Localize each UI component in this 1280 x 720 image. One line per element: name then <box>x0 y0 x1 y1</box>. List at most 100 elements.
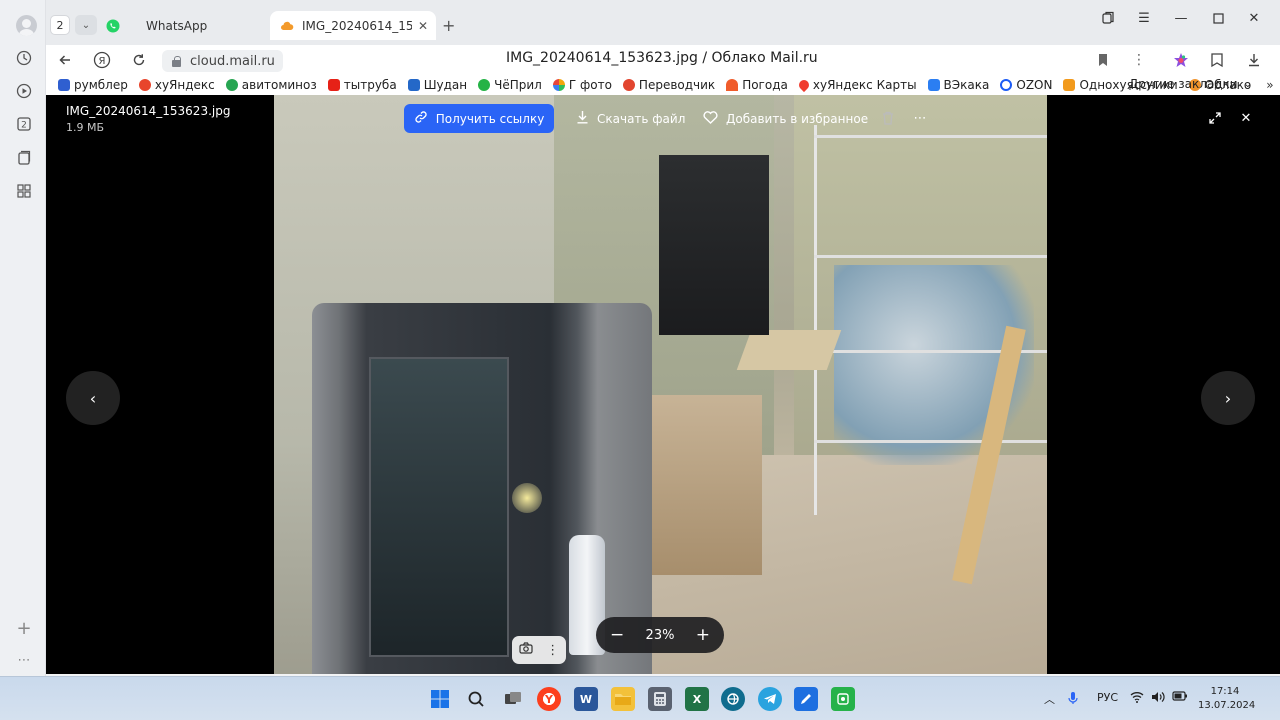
download-icon[interactable] <box>1243 49 1265 71</box>
bookmark-label: хуЯндекс <box>154 78 215 92</box>
volume-icon[interactable] <box>1151 691 1165 706</box>
calculator-icon[interactable] <box>648 687 672 711</box>
add-to-favorites-label: Добавить в избранное <box>726 111 869 126</box>
bookmark-icon[interactable] <box>1092 49 1114 71</box>
bookmark-item[interactable]: Шудан <box>407 78 467 92</box>
bookmark-item[interactable]: Погода <box>726 78 788 92</box>
tab-manager-icon[interactable] <box>1096 8 1120 28</box>
chevron-up-icon[interactable]: ︿ <box>1044 691 1055 707</box>
bookmark-label: Погода <box>742 78 788 92</box>
svg-text:Я: Я <box>99 56 106 67</box>
new-tab-button[interactable]: + <box>442 16 455 35</box>
tab-cloud-image[interactable]: IMG_20240614_153623.jpg ✕ <box>270 11 436 40</box>
close-viewer-icon[interactable]: ✕ <box>1236 108 1256 128</box>
battery-icon[interactable] <box>1172 691 1188 704</box>
bookmark-label: тытруба <box>343 78 397 92</box>
tab-bar: 2 ⌄ WhatsApp IMG_20240614_153623.jpg ✕ +… <box>46 0 1280 45</box>
yandex-browser-icon[interactable]: Y <box>537 687 561 711</box>
messenger-app-icon[interactable] <box>831 687 855 711</box>
download-file-button[interactable]: Скачать файл <box>576 104 685 133</box>
excel-icon[interactable]: X <box>685 687 709 711</box>
zoom-in-button[interactable]: + <box>696 625 710 645</box>
cloud-icon <box>280 19 294 33</box>
telegram-icon[interactable] <box>758 687 782 711</box>
apps-grid-icon[interactable] <box>12 179 36 203</box>
bookmark-item[interactable]: авитоминоз <box>225 78 317 92</box>
reload-icon[interactable] <box>128 49 150 71</box>
network-app-icon[interactable] <box>721 687 745 711</box>
fullscreen-icon[interactable] <box>1205 108 1225 128</box>
photo[interactable]: ⋮ <box>274 95 1047 674</box>
collections-icon[interactable] <box>12 146 36 170</box>
file-size: 1.9 МБ <box>66 121 105 134</box>
tab-count-badge[interactable]: 2 <box>50 15 70 35</box>
add-panel-icon[interactable]: + <box>12 616 36 640</box>
bookmark-label: Переводчик <box>638 78 716 92</box>
other-bookmarks-button[interactable]: Другие закладки ⌄ <box>1129 77 1252 91</box>
download-file-label: Скачать файл <box>597 111 686 126</box>
task-view-icon[interactable] <box>501 687 525 711</box>
ok-icon <box>1063 79 1076 91</box>
photo-shelf <box>814 440 1047 443</box>
more-dots-icon[interactable]: ⋯ <box>12 648 36 672</box>
bookmarks-bar: румблер хуЯндекс авитоминоз тытруба Шуда… <box>46 75 1280 95</box>
minimize-icon[interactable]: — <box>1169 8 1193 28</box>
file-explorer-icon[interactable] <box>611 687 635 711</box>
wifi-icon[interactable] <box>1130 691 1144 706</box>
bookmark-item[interactable]: румблер <box>58 78 128 92</box>
bookmark-item[interactable]: OZON <box>1000 78 1052 92</box>
bookmark-label: румблер <box>74 78 128 92</box>
bookmark-item[interactable]: Г фото <box>552 78 612 92</box>
microphone-icon[interactable] <box>1068 691 1078 708</box>
back-arrow-icon[interactable] <box>54 49 76 71</box>
history-icon[interactable] <box>12 46 36 70</box>
menu-icon[interactable]: ☰ <box>1132 8 1156 28</box>
photo-shelf <box>814 135 1047 138</box>
previous-image-button[interactable]: ‹ <box>66 371 120 425</box>
chevron-down-icon[interactable]: ⌄ <box>75 15 97 35</box>
window-close-icon[interactable]: ✕ <box>1242 8 1266 28</box>
get-link-label: Получить ссылку <box>435 111 545 126</box>
tab-title: IMG_20240614_153623.jpg <box>302 18 412 33</box>
yandex-icon[interactable]: Я <box>91 49 113 71</box>
whatsapp-icon <box>478 79 491 91</box>
get-link-button[interactable]: Получить ссылку <box>404 104 554 133</box>
collections-icon[interactable] <box>1206 49 1228 71</box>
zoom-out-button[interactable]: − <box>610 625 624 645</box>
play-icon[interactable] <box>12 79 36 103</box>
language-indicator[interactable]: РУС <box>1097 691 1118 704</box>
bookmark-item[interactable]: ЧёПрил <box>478 78 542 92</box>
system-clock[interactable]: 17:14 13.07.2024 <box>1198 685 1255 713</box>
bookmark-item[interactable]: ВЭкака <box>927 78 989 92</box>
editor-app-icon[interactable] <box>794 687 818 711</box>
avito-icon <box>225 79 238 91</box>
close-icon[interactable]: ✕ <box>418 19 428 33</box>
bookmark-item[interactable]: хуЯндекс Карты <box>796 77 917 93</box>
extension-colorful-icon[interactable] <box>1170 49 1192 71</box>
add-to-favorites-button[interactable]: Добавить в избранное <box>703 104 868 133</box>
search-icon[interactable] <box>464 687 488 711</box>
camera-icon[interactable] <box>519 642 533 658</box>
bookmark-item[interactable]: Переводчик <box>622 78 716 92</box>
chevron-left-icon: ‹ <box>89 388 97 408</box>
next-image-button[interactable]: › <box>1201 371 1255 425</box>
trash-icon[interactable] <box>878 108 898 128</box>
windows-start-icon[interactable] <box>428 687 452 711</box>
maximize-icon[interactable] <box>1206 8 1230 28</box>
more-vertical-icon[interactable]: ⋮ <box>546 643 559 658</box>
tab-count-icon[interactable]: 2 <box>12 112 36 136</box>
photo-small-printer <box>659 155 769 335</box>
bookmark-label: хуЯндекс Карты <box>812 78 917 92</box>
more-vertical-icon[interactable]: ⋮ <box>1128 49 1150 71</box>
bookmarks-more-button[interactable]: » <box>1266 78 1273 92</box>
bookmark-item[interactable]: тытруба <box>327 78 397 92</box>
tab-whatsapp[interactable]: WhatsApp <box>106 13 266 39</box>
profile-avatar[interactable] <box>16 15 37 36</box>
photo-shelf-post <box>814 125 817 515</box>
word-icon[interactable]: W <box>574 687 598 711</box>
url-field[interactable]: cloud.mail.ru <box>162 50 283 72</box>
bookmark-item[interactable]: хуЯндекс <box>138 78 215 92</box>
chevron-right-icon: › <box>1224 388 1232 408</box>
chevron-down-icon: ⌄ <box>1243 78 1252 90</box>
more-horizontal-icon[interactable]: ⋯ <box>910 108 930 128</box>
